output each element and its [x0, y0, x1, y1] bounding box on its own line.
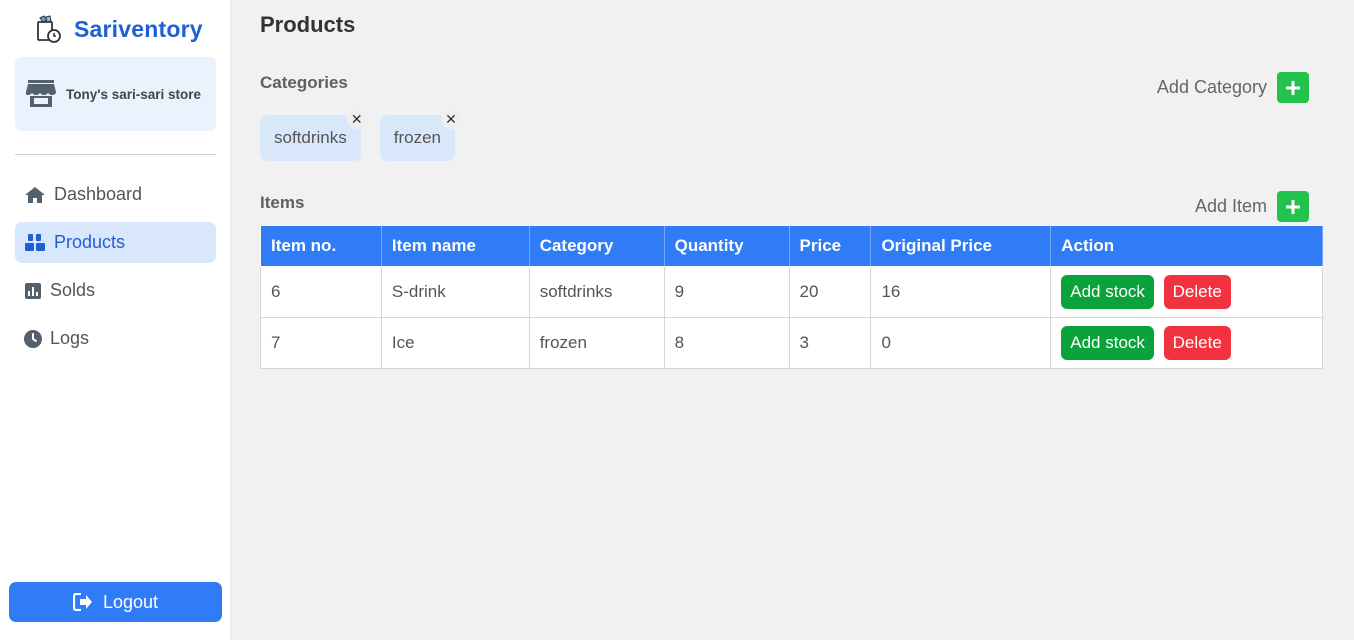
category-chip[interactable]: softdrinks ✕: [260, 109, 367, 161]
sidebar-divider: [15, 154, 216, 155]
sidebar-item-label: Products: [54, 232, 126, 252]
item-category-cell: frozen: [528, 316, 665, 369]
add-category-control: Add Category: [1157, 72, 1309, 103]
logout-icon: [72, 593, 92, 611]
item-no-cell: 6: [260, 265, 382, 318]
item-quantity-cell: 9: [663, 265, 790, 318]
brand-name: Sariventory: [74, 15, 203, 42]
category-chip-label: softdrinks: [274, 128, 347, 147]
page-title: Products: [260, 12, 356, 37]
inventory-logo-icon: [37, 15, 61, 43]
column-header: Action: [1050, 226, 1323, 267]
sidebar-item-label: Logs: [50, 328, 90, 348]
bar-chart-icon: [24, 281, 42, 301]
item-category-cell: softdrinks: [528, 265, 665, 318]
store-name: Tony's sari-sari store: [66, 86, 202, 102]
add-stock-button[interactable]: Add stock: [1061, 274, 1154, 309]
add-item-label: Add Item: [1194, 196, 1267, 216]
category-chips: softdrinks ✕ frozen ✕: [260, 109, 474, 161]
add-category-label: Add Category: [1156, 77, 1267, 97]
item-original-price-cell: 0: [870, 316, 1052, 369]
column-header: Item no.: [260, 226, 382, 267]
item-action-cell: Add stock Delete: [1050, 265, 1323, 318]
home-icon: [24, 185, 46, 205]
delete-button[interactable]: Delete: [1163, 325, 1231, 360]
items-title: Items: [260, 193, 305, 212]
close-icon[interactable]: ✕: [346, 109, 367, 129]
column-header: Item name: [380, 226, 530, 267]
sidebar-item-solds[interactable]: Solds: [15, 270, 216, 311]
item-original-price-cell: 16: [870, 265, 1052, 318]
column-header: Quantity: [663, 226, 790, 267]
item-price-cell: 20: [788, 265, 872, 318]
sidebar: Sariventory Tony's sari-sari store Dashb…: [0, 0, 231, 640]
plus-icon: [1286, 80, 1300, 95]
close-icon[interactable]: ✕: [441, 109, 461, 129]
item-action-cell: Add stock Delete: [1050, 316, 1323, 369]
sidebar-nav: Dashboard Products Solds Logs: [15, 174, 216, 366]
item-no-cell: 7: [260, 316, 382, 369]
add-item-control: Add Item: [1195, 191, 1309, 222]
sidebar-item-products[interactable]: Products: [15, 222, 216, 263]
delete-button[interactable]: Delete: [1163, 274, 1231, 309]
logout-label: Logout: [102, 591, 159, 612]
table-row: 7 Ice frozen 8 3 0 Add stock Delete: [260, 316, 1323, 369]
boxes-icon: [24, 233, 46, 253]
item-name-cell: Ice: [380, 316, 530, 369]
plus-icon: [1286, 199, 1300, 214]
table-header-row: Item no. Item name Category Quantity Pri…: [260, 226, 1323, 267]
table-row: 6 S-drink softdrinks 9 20 16 Add stock D…: [260, 265, 1323, 318]
brand[interactable]: Sariventory: [34, 14, 203, 44]
sidebar-item-dashboard[interactable]: Dashboard: [15, 174, 216, 215]
store-card: Tony's sari-sari store: [15, 57, 216, 131]
item-quantity-cell: 8: [663, 316, 790, 369]
logout-button[interactable]: Logout: [9, 582, 222, 622]
item-name-cell: S-drink: [380, 265, 530, 318]
sidebar-item-label: Dashboard: [54, 184, 143, 204]
add-stock-button[interactable]: Add stock: [1061, 325, 1154, 360]
items-table: Item no. Item name Category Quantity Pri…: [260, 226, 1323, 369]
add-item-button[interactable]: [1277, 191, 1309, 222]
item-price-cell: 3: [788, 316, 872, 369]
clock-icon: [24, 329, 42, 349]
sidebar-item-label: Solds: [50, 280, 96, 300]
category-chip[interactable]: frozen ✕: [379, 109, 461, 161]
category-chip-label: frozen: [393, 128, 441, 147]
categories-title: Categories: [260, 73, 348, 92]
column-header: Category: [528, 226, 665, 267]
sidebar-item-logs[interactable]: Logs: [15, 318, 216, 359]
column-header: Original Price: [870, 226, 1052, 267]
column-header: Price: [788, 226, 872, 267]
main-content: Products Categories Add Category softdri…: [232, 0, 1354, 640]
store-icon: [26, 80, 56, 107]
add-category-button[interactable]: [1277, 72, 1309, 103]
